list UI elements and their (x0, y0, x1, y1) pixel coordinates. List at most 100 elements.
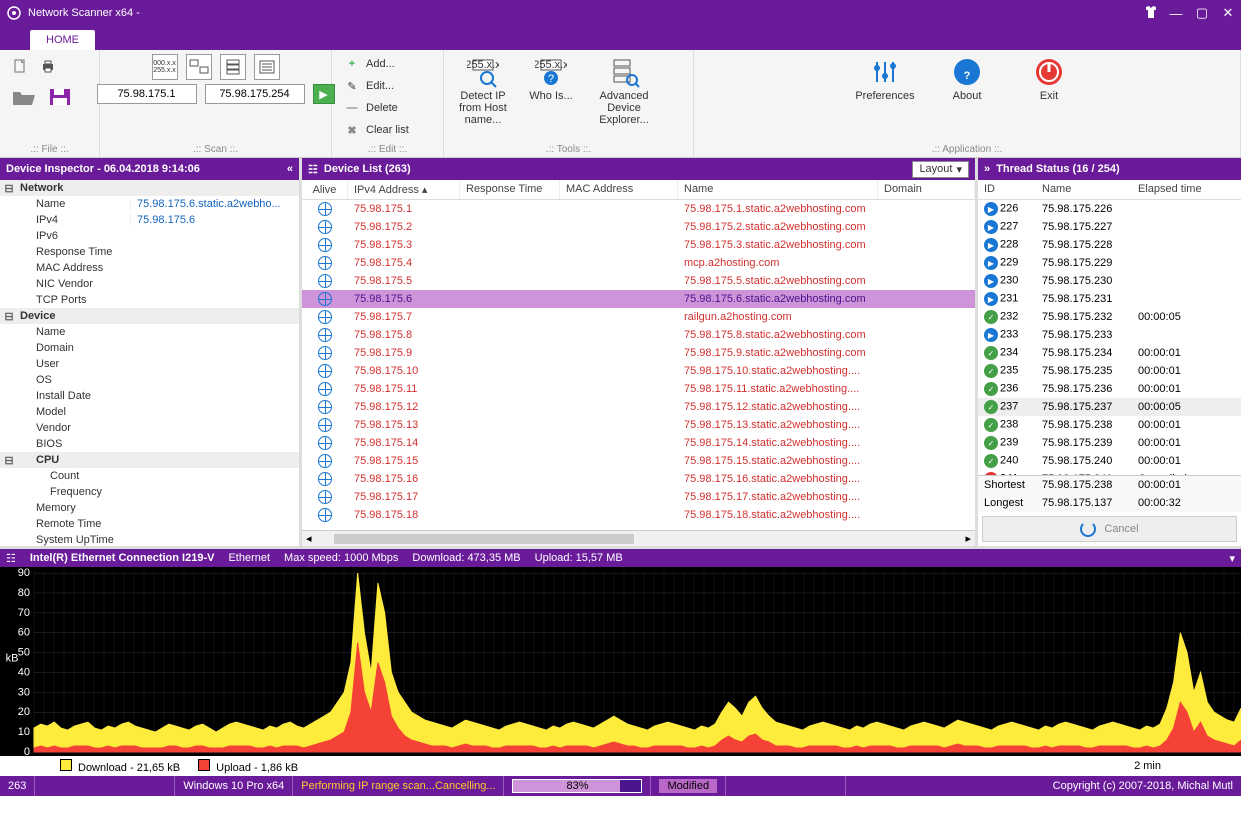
device-row[interactable]: 75.98.175.375.98.175.3.static.a2webhosti… (302, 236, 975, 254)
globe-icon (318, 310, 332, 324)
device-row[interactable]: 75.98.175.1475.98.175.14.static.a2webhos… (302, 434, 975, 452)
open-icon[interactable] (12, 87, 36, 110)
col-domain[interactable]: Domain (878, 180, 975, 199)
device-row[interactable]: 75.98.175.1875.98.175.18.static.a2webhos… (302, 506, 975, 524)
ts-col-name[interactable]: Name (1036, 180, 1132, 199)
inspector-row[interactable]: BIOS (0, 436, 299, 452)
inspector-row[interactable]: Response Time (0, 244, 299, 260)
advanced-explorer-button[interactable]: Advanced Device Explorer... (588, 54, 660, 128)
exit-button[interactable]: Exit (1018, 54, 1080, 104)
layout-button[interactable]: Layout▾ (912, 161, 969, 178)
inspector-row[interactable]: Name (0, 324, 299, 340)
thread-row[interactable]: ✓23275.98.175.23200:00:05 (978, 308, 1241, 326)
inspector-row[interactable]: Model (0, 404, 299, 420)
device-row[interactable]: 75.98.175.175.98.175.1.static.a2webhosti… (302, 200, 975, 218)
thread-row[interactable]: ▶22875.98.175.228 (978, 236, 1241, 254)
thread-row[interactable]: ✓23675.98.175.23600:00:01 (978, 380, 1241, 398)
inspector-row[interactable]: Name75.98.175.6.static.a2webho... (0, 196, 299, 212)
thread-row[interactable]: ▶22775.98.175.227 (978, 218, 1241, 236)
col-ip[interactable]: IPv4 Address ▴ (348, 180, 460, 199)
device-row[interactable]: 75.98.175.1275.98.175.12.static.a2webhos… (302, 398, 975, 416)
inspector-group[interactable]: ⊟CPU (0, 452, 299, 468)
thread-row[interactable]: ▶22675.98.175.226 (978, 200, 1241, 218)
inspector-row[interactable]: IPv6 (0, 228, 299, 244)
inspector-row[interactable]: Memory (0, 500, 299, 516)
close-button[interactable]: ✕ (1221, 5, 1235, 21)
chart-collapse-icon[interactable]: ▾ (1229, 552, 1235, 565)
hscroll-bar[interactable]: ◂▸ (302, 530, 975, 546)
ip-mask-icon[interactable]: 000.x.x255.x.x (152, 54, 178, 80)
thread-row[interactable]: ▶22975.98.175.229 (978, 254, 1241, 272)
inspector-body[interactable]: ⊟NetworkName75.98.175.6.static.a2webho..… (0, 180, 299, 546)
computers-icon[interactable] (186, 54, 212, 80)
inspector-row[interactable]: Domain (0, 340, 299, 356)
inspector-row[interactable]: OS (0, 372, 299, 388)
print-icon[interactable] (40, 58, 56, 77)
ip-from-input[interactable] (97, 84, 197, 104)
minimize-button[interactable]: — (1169, 6, 1183, 21)
thread-row[interactable]: ▶23075.98.175.230 (978, 272, 1241, 290)
inspector-row[interactable]: System UpTime (0, 532, 299, 546)
device-row[interactable]: 75.98.175.1175.98.175.11.static.a2webhos… (302, 380, 975, 398)
maximize-button[interactable]: ▢ (1195, 5, 1209, 21)
inspector-row[interactable]: Install Date (0, 388, 299, 404)
inspector-row[interactable]: Vendor (0, 420, 299, 436)
device-row[interactable]: 75.98.175.1075.98.175.10.static.a2webhos… (302, 362, 975, 380)
thread-row[interactable]: ✓24075.98.175.24000:00:01 (978, 452, 1241, 470)
thread-status-body[interactable]: ID Name Elapsed time ▶22675.98.175.226▶2… (978, 180, 1241, 546)
col-mac[interactable]: MAC Address (560, 180, 678, 199)
save-icon[interactable] (48, 87, 72, 110)
inspector-row[interactable]: Frequency (0, 484, 299, 500)
col-alive[interactable]: Alive (302, 180, 348, 199)
thread-row[interactable]: ✓23775.98.175.23700:00:05 (978, 398, 1241, 416)
inspector-group[interactable]: ⊟Network (0, 180, 299, 196)
inspector-row[interactable]: Remote Time (0, 516, 299, 532)
device-row[interactable]: 75.98.175.4mcp.a2hosting.com (302, 254, 975, 272)
preferences-button[interactable]: Preferences (854, 54, 916, 104)
device-row[interactable]: 75.98.175.975.98.175.9.static.a2webhosti… (302, 344, 975, 362)
thread-row[interactable]: ▶23175.98.175.231 (978, 290, 1241, 308)
inspector-row[interactable]: IPv475.98.175.6 (0, 212, 299, 228)
device-row[interactable]: 75.98.175.875.98.175.8.static.a2webhosti… (302, 326, 975, 344)
inspector-row[interactable]: Count (0, 468, 299, 484)
inspector-row[interactable]: NIC Vendor (0, 276, 299, 292)
thread-row[interactable]: ✓23975.98.175.23900:00:01 (978, 434, 1241, 452)
inspector-row[interactable]: MAC Address (0, 260, 299, 276)
device-list-body[interactable]: Alive IPv4 Address ▴ Response Time MAC A… (302, 180, 975, 530)
device-row[interactable]: 75.98.175.575.98.175.5.static.a2webhosti… (302, 272, 975, 290)
device-row[interactable]: 75.98.175.1775.98.175.17.static.a2webhos… (302, 488, 975, 506)
server-icon[interactable] (220, 54, 246, 80)
device-row[interactable]: 75.98.175.275.98.175.2.static.a2webhosti… (302, 218, 975, 236)
ts-col-id[interactable]: ID (978, 180, 1036, 199)
tab-home[interactable]: HOME (30, 30, 95, 50)
device-row[interactable]: 75.98.175.1375.98.175.13.static.a2webhos… (302, 416, 975, 434)
add-button[interactable]: +Add... (340, 54, 413, 74)
device-row[interactable]: 75.98.175.675.98.175.6.static.a2webhosti… (302, 290, 975, 308)
col-rt[interactable]: Response Time (460, 180, 560, 199)
thread-row[interactable]: ✓23875.98.175.23800:00:01 (978, 416, 1241, 434)
detect-ip-button[interactable]: 255.x.x Detect IP from Host name... (452, 54, 514, 128)
thread-row[interactable]: ✓23475.98.175.23400:00:01 (978, 344, 1241, 362)
inspector-row[interactable]: User (0, 356, 299, 372)
thread-expand-icon[interactable]: » (984, 163, 990, 175)
device-row[interactable]: 75.98.175.1575.98.175.15.static.a2webhos… (302, 452, 975, 470)
inspector-collapse-button[interactable]: « (287, 163, 293, 175)
ts-col-et[interactable]: Elapsed time (1132, 180, 1241, 199)
inspector-row[interactable]: TCP Ports (0, 292, 299, 308)
about-button[interactable]: ? About (936, 54, 998, 104)
inspector-group[interactable]: ⊟Device (0, 308, 299, 324)
edit-button[interactable]: ✎Edit... (340, 76, 413, 96)
thread-row[interactable]: ✓23575.98.175.23500:00:01 (978, 362, 1241, 380)
delete-button[interactable]: —Delete (340, 98, 413, 118)
cancel-button[interactable]: Cancel (982, 516, 1237, 542)
new-icon[interactable] (12, 58, 28, 77)
whois-button[interactable]: 255.x.x? Who Is... (520, 54, 582, 104)
thread-row[interactable]: ▶23375.98.175.233 (978, 326, 1241, 344)
device-row[interactable]: 75.98.175.1675.98.175.16.static.a2webhos… (302, 470, 975, 488)
shirt-icon[interactable] (1143, 4, 1157, 23)
device-row[interactable]: 75.98.175.7railgun.a2hosting.com (302, 308, 975, 326)
col-name[interactable]: Name (678, 180, 878, 199)
clear-list-button[interactable]: ✖Clear list (340, 120, 413, 140)
ip-to-input[interactable] (205, 84, 305, 104)
list-icon[interactable] (254, 54, 280, 80)
